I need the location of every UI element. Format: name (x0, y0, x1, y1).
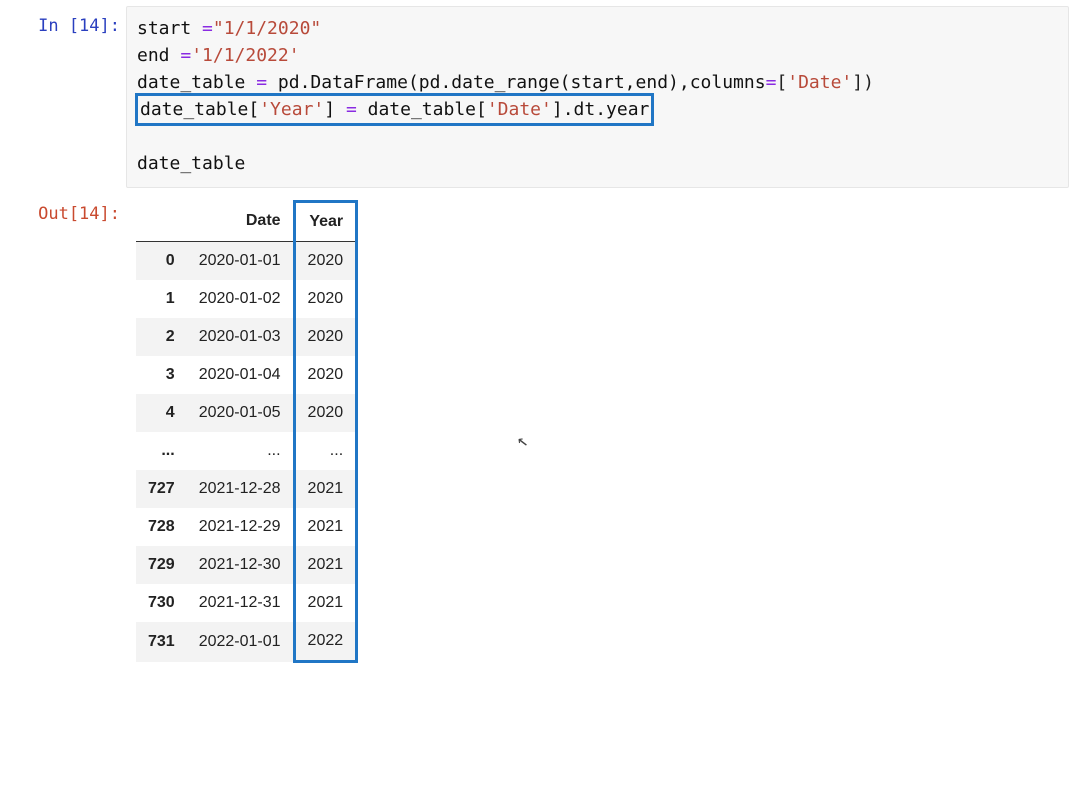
row-index: ... (136, 432, 187, 470)
col-header-date: Date (187, 202, 294, 242)
table-row-ellipsis: ... ... ... (136, 432, 357, 470)
cell-date: 2020-01-04 (187, 356, 294, 394)
cell-year: 2021 (294, 584, 357, 622)
code-token: '1/1/2022' (191, 45, 299, 66)
code-token: 'Date' (487, 99, 552, 120)
row-index: 730 (136, 584, 187, 622)
row-index: 727 (136, 470, 187, 508)
code-token: 'Year' (259, 99, 324, 120)
code-token: date_table (137, 153, 245, 174)
table-row: 1 2020-01-02 2020 (136, 280, 357, 318)
code-token: = (766, 72, 777, 93)
code-token: "1/1/2020" (213, 18, 321, 39)
table-row: 731 2022-01-01 2022 (136, 622, 357, 662)
cell-year: 2020 (294, 356, 357, 394)
output-area: Date Year 0 2020-01-01 2020 1 2020-01-02… (126, 194, 1069, 663)
notebook-input-cell: In [14]: start ="1/1/2020" end ='1/1/202… (0, 0, 1069, 188)
table-row: 730 2021-12-31 2021 (136, 584, 357, 622)
code-token: date_table[ (357, 99, 487, 120)
code-token: start (137, 18, 191, 39)
code-token: ]) (852, 72, 874, 93)
code-token: ] (324, 99, 346, 120)
code-token: pd.DataFrame(pd.date_range(start,end),co… (267, 72, 766, 93)
code-token: ].dt.year (552, 99, 650, 120)
table-row: 729 2021-12-30 2021 (136, 546, 357, 584)
cell-year: 2021 (294, 470, 357, 508)
cell-date: 2021-12-31 (187, 584, 294, 622)
code-editor[interactable]: start ="1/1/2020" end ='1/1/2022' date_t… (126, 6, 1069, 188)
cell-year: 2021 (294, 508, 357, 546)
table-row: 3 2020-01-04 2020 (136, 356, 357, 394)
row-index: 2 (136, 318, 187, 356)
cell-year: 2020 (294, 280, 357, 318)
table-header-row: Date Year (136, 202, 357, 242)
code-token: date_table[ (140, 99, 259, 120)
cell-year: 2020 (294, 242, 357, 281)
code-token: = (256, 72, 267, 93)
table-row: 727 2021-12-28 2021 (136, 470, 357, 508)
code-token: end (137, 45, 170, 66)
input-prompt: In [14]: (0, 6, 126, 36)
code-token: [ (776, 72, 787, 93)
cell-date: 2022-01-01 (187, 622, 294, 662)
col-header-index (136, 202, 187, 242)
code-token: = (170, 45, 192, 66)
code-content: start ="1/1/2020" end ='1/1/2022' date_t… (137, 15, 1058, 177)
row-index: 3 (136, 356, 187, 394)
row-index: 728 (136, 508, 187, 546)
cell-date: 2020-01-05 (187, 394, 294, 432)
cell-date: 2021-12-28 (187, 470, 294, 508)
code-token: = (191, 18, 213, 39)
cell-date: 2021-12-29 (187, 508, 294, 546)
cell-date: 2021-12-30 (187, 546, 294, 584)
output-prompt: Out[14]: (0, 194, 126, 224)
table-row: 2 2020-01-03 2020 (136, 318, 357, 356)
cell-year: ... (294, 432, 357, 470)
code-token: = (346, 99, 357, 120)
cell-year: 2022 (294, 622, 357, 662)
row-index: 0 (136, 242, 187, 281)
col-header-year: Year (294, 202, 357, 242)
table-row: 4 2020-01-05 2020 (136, 394, 357, 432)
cell-year: 2020 (294, 394, 357, 432)
row-index: 1 (136, 280, 187, 318)
cell-date: 2020-01-01 (187, 242, 294, 281)
row-index: 4 (136, 394, 187, 432)
notebook-output-cell: Out[14]: Date Year 0 2020-01-01 2020 1 2… (0, 188, 1069, 663)
cell-date: 2020-01-02 (187, 280, 294, 318)
table-row: 0 2020-01-01 2020 (136, 242, 357, 281)
cell-date: 2020-01-03 (187, 318, 294, 356)
table-row: 728 2021-12-29 2021 (136, 508, 357, 546)
cell-year: 2021 (294, 546, 357, 584)
dataframe-table: Date Year 0 2020-01-01 2020 1 2020-01-02… (136, 200, 358, 663)
row-index: 729 (136, 546, 187, 584)
cell-year: 2020 (294, 318, 357, 356)
row-index: 731 (136, 622, 187, 662)
cell-date: ... (187, 432, 294, 470)
code-token: 'Date' (787, 72, 852, 93)
code-token: date_table (137, 72, 256, 93)
highlighted-code-line: date_table['Year'] = date_table['Date'].… (135, 93, 654, 126)
